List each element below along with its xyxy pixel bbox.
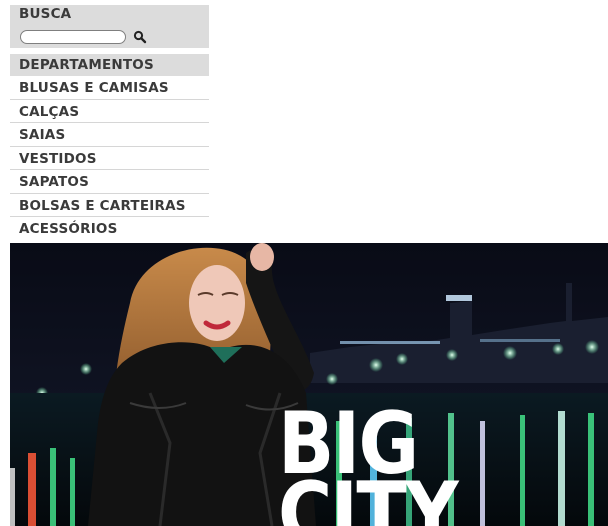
dept-item-saias[interactable]: SAIAS <box>10 123 209 147</box>
banner-headline: BIG CITY <box>278 401 459 526</box>
search-input[interactable] <box>20 30 126 44</box>
search-icon[interactable] <box>133 29 147 44</box>
search-title: BUSCA <box>19 6 72 22</box>
dept-item-vestidos[interactable]: VESTIDOS <box>10 147 209 170</box>
dept-item-bolsas-e-carteiras[interactable]: BOLSAS E CARTEIRAS <box>10 194 209 217</box>
sidebar: BUSCA DEPARTAMENTOS BLUSAS E CAMISAS CAL… <box>10 5 209 240</box>
dept-item-sapatos[interactable]: SAPATOS <box>10 170 209 194</box>
hero-banner[interactable]: BIG CITY <box>10 243 608 526</box>
banner-line-2: CITY <box>278 464 459 526</box>
search-box: BUSCA <box>10 5 209 48</box>
dept-item-calcas[interactable]: CALÇAS <box>10 100 209 123</box>
departments-header: DEPARTAMENTOS <box>10 54 209 76</box>
dept-item-blusas-e-camisas[interactable]: BLUSAS E CAMISAS <box>10 76 209 100</box>
department-list: BLUSAS E CAMISAS CALÇAS SAIAS VESTIDOS S… <box>10 76 209 240</box>
dept-item-acessorios[interactable]: ACESSÓRIOS <box>10 217 209 240</box>
